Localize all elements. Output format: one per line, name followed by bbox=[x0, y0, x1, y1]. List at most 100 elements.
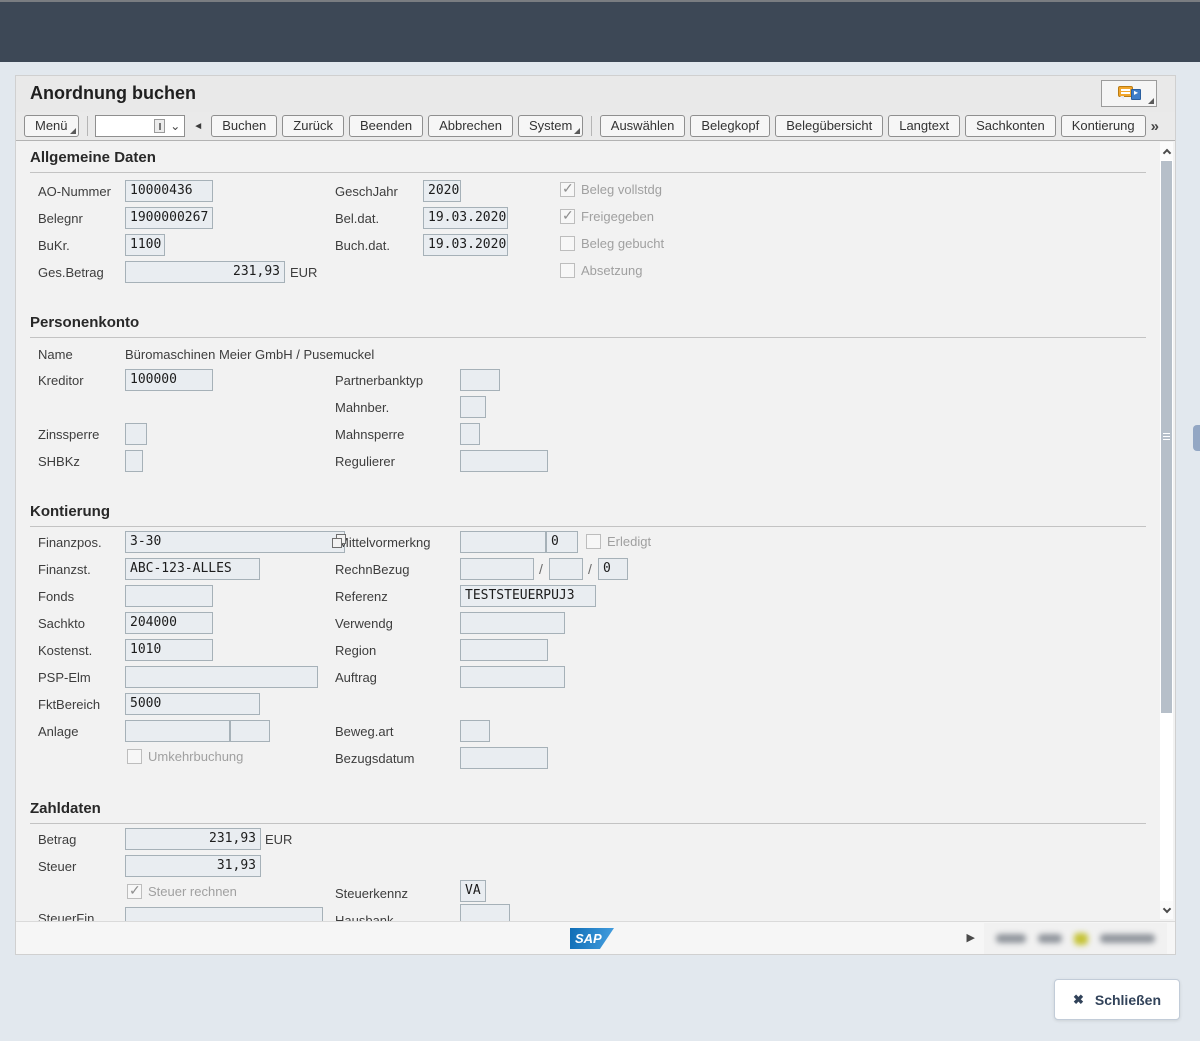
chevron-down-icon[interactable]: ⌄ bbox=[170, 121, 180, 131]
region-field[interactable] bbox=[460, 639, 548, 661]
checkbox-label: Absetzung bbox=[581, 263, 642, 278]
regulierer-field[interactable] bbox=[460, 450, 548, 472]
sachkonten-button[interactable]: Sachkonten bbox=[965, 115, 1056, 137]
mittelvormerkng-count-field[interactable]: 0 bbox=[546, 531, 578, 553]
fonds-field[interactable] bbox=[125, 585, 213, 607]
command-field-icon bbox=[154, 119, 165, 133]
status-expand-icon[interactable]: ▶ bbox=[967, 931, 975, 944]
checkbox-beleg-vollstdg[interactable]: Beleg vollstdg bbox=[560, 182, 662, 197]
mahnber-label: Mahnber. bbox=[335, 400, 389, 415]
anlage-label: Anlage bbox=[38, 724, 78, 739]
sachkto-field[interactable]: 204000 bbox=[125, 612, 213, 634]
ao-nummer-label: AO-Nummer bbox=[38, 184, 111, 199]
steuerkennz-field[interactable]: VA bbox=[460, 880, 486, 902]
finanzpos-field[interactable]: 3-30 bbox=[125, 531, 345, 553]
collapse-left-icon[interactable]: ◄ bbox=[193, 121, 203, 132]
buchdat-field[interactable]: 19.03.2020 bbox=[423, 234, 508, 256]
steuer-label: Steuer bbox=[38, 859, 76, 874]
checkbox-umkehrbuchung[interactable]: Umkehrbuchung bbox=[127, 749, 243, 764]
main-toolbar: Menü ⌄ ◄ Buchen Zurück Beenden Abbrechen… bbox=[16, 112, 1175, 141]
auftrag-label: Auftrag bbox=[335, 670, 377, 685]
schliessen-button[interactable]: ✖ Schließen bbox=[1054, 979, 1180, 1020]
bewegart-field[interactable] bbox=[460, 720, 490, 742]
psp-elm-field[interactable] bbox=[125, 666, 318, 688]
checkbox-freigegeben[interactable]: Freigegeben bbox=[560, 209, 654, 224]
mittelvormerkng-field[interactable] bbox=[460, 531, 546, 553]
hausbank-field[interactable] bbox=[460, 904, 510, 921]
command-field[interactable]: ⌄ bbox=[95, 115, 185, 137]
system-button[interactable]: System bbox=[518, 115, 583, 137]
mittelvormerkng-label: Mittelvormerkng bbox=[338, 535, 430, 550]
scroll-down-button[interactable] bbox=[1160, 901, 1173, 919]
zinssperre-field[interactable] bbox=[125, 423, 147, 445]
redacted-status-item bbox=[1038, 934, 1062, 943]
gui-services-button[interactable] bbox=[1101, 80, 1157, 107]
checkbox-beleg-gebucht[interactable]: Beleg gebucht bbox=[560, 236, 664, 251]
checkbox-erledigt[interactable]: Erledigt bbox=[586, 534, 651, 549]
vertical-scrollbar[interactable] bbox=[1160, 142, 1173, 919]
kreditor-label: Kreditor bbox=[38, 373, 84, 388]
checkbox-steuer-rechnen[interactable]: Steuer rechnen bbox=[127, 884, 237, 899]
region-label: Region bbox=[335, 643, 376, 658]
scroll-up-button[interactable] bbox=[1160, 142, 1173, 160]
rechnbezug-field-1[interactable] bbox=[460, 558, 534, 580]
anlage-subfield[interactable] bbox=[230, 720, 270, 742]
kontierung-button[interactable]: Kontierung bbox=[1061, 115, 1146, 137]
sachkto-label: Sachkto bbox=[38, 616, 85, 631]
auftrag-field[interactable] bbox=[460, 666, 565, 688]
redacted-status-item bbox=[996, 934, 1026, 943]
hausbank-label: Hausbank bbox=[335, 913, 394, 921]
bukr-label: BuKr. bbox=[38, 238, 70, 253]
section-title-personenkonto: Personenkonto bbox=[30, 314, 139, 331]
shbkz-field[interactable] bbox=[125, 450, 143, 472]
sap-logo: SAP bbox=[570, 928, 614, 949]
referenz-label: Referenz bbox=[335, 589, 388, 604]
toolbar-overflow-icon[interactable]: » bbox=[1151, 118, 1167, 135]
partnerbanktyp-field[interactable] bbox=[460, 369, 500, 391]
steuerfin-field[interactable] bbox=[125, 907, 323, 921]
checkbox-icon bbox=[560, 263, 575, 278]
ges-betrag-field[interactable]: 231,93 bbox=[125, 261, 285, 283]
referenz-field[interactable]: TESTSTEUERPUJ3 bbox=[460, 585, 596, 607]
ao-nummer-field[interactable]: 10000436 bbox=[125, 180, 213, 202]
belegkopf-button[interactable]: Belegkopf bbox=[690, 115, 770, 137]
bukr-field[interactable]: 1100 bbox=[125, 234, 165, 256]
beleguebersicht-button[interactable]: Belegübersicht bbox=[775, 115, 883, 137]
geschjahr-field[interactable]: 2020 bbox=[423, 180, 461, 202]
page-title: Anordnung buchen bbox=[30, 83, 196, 104]
rechnbezug-field-3[interactable]: 0 bbox=[598, 558, 628, 580]
finanzpos-label: Finanzpos. bbox=[38, 535, 102, 550]
name-value: Büromaschinen Meier GmbH / Pusemuckel bbox=[125, 347, 374, 362]
belegnr-field[interactable]: 1900000267 bbox=[125, 207, 213, 229]
overlapping-windows-icon[interactable] bbox=[332, 534, 346, 548]
checkbox-icon bbox=[560, 236, 575, 251]
langtext-button[interactable]: Langtext bbox=[888, 115, 960, 137]
betrag-field[interactable]: 231,93 bbox=[125, 828, 261, 850]
finanzst-label: Finanzst. bbox=[38, 562, 91, 577]
menu-button[interactable]: Menü bbox=[24, 115, 79, 137]
anlage-field[interactable] bbox=[125, 720, 230, 742]
section-rule bbox=[30, 337, 1146, 338]
finanzst-field[interactable]: ABC-123-ALLES bbox=[125, 558, 260, 580]
side-panel-handle[interactable] bbox=[1193, 425, 1200, 451]
bezugsdatum-field[interactable] bbox=[460, 747, 548, 769]
auswaehlen-button[interactable]: Auswählen bbox=[600, 115, 686, 137]
abbrechen-button[interactable]: Abbrechen bbox=[428, 115, 513, 137]
beenden-button[interactable]: Beenden bbox=[349, 115, 423, 137]
mahnber-field[interactable] bbox=[460, 396, 486, 418]
checkbox-label: Umkehrbuchung bbox=[148, 749, 243, 764]
scrollbar-thumb[interactable] bbox=[1161, 161, 1172, 713]
kostenst-field[interactable]: 1010 bbox=[125, 639, 213, 661]
verwendg-field[interactable] bbox=[460, 612, 565, 634]
kreditor-field[interactable]: 100000 bbox=[125, 369, 213, 391]
zurueck-button[interactable]: Zurück bbox=[282, 115, 344, 137]
checkbox-label: Beleg vollstdg bbox=[581, 182, 662, 197]
beldat-field[interactable]: 19.03.2020 bbox=[423, 207, 508, 229]
checkbox-absetzung[interactable]: Absetzung bbox=[560, 263, 642, 278]
mahnsperre-field[interactable] bbox=[460, 423, 480, 445]
buchen-button[interactable]: Buchen bbox=[211, 115, 277, 137]
rechnbezug-field-2[interactable] bbox=[549, 558, 583, 580]
scrollbar-grip-icon bbox=[1163, 433, 1170, 442]
fktbereich-field[interactable]: 5000 bbox=[125, 693, 260, 715]
steuer-field[interactable]: 31,93 bbox=[125, 855, 261, 877]
